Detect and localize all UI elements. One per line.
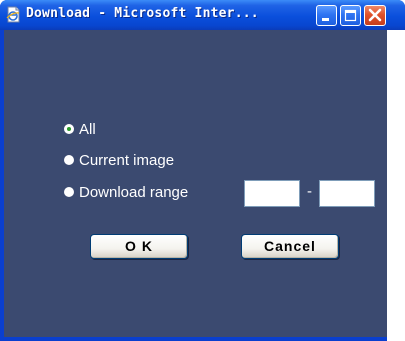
radio-all-checked[interactable] <box>64 123 74 134</box>
option-download-range[interactable]: Download range <box>64 184 188 202</box>
radio-download-range[interactable] <box>64 186 74 197</box>
download-window: Download - Microsoft Inter... All Curren… <box>0 0 405 341</box>
close-icon <box>368 8 382 22</box>
option-all[interactable]: All <box>64 121 96 139</box>
window-bottom-border <box>0 337 387 341</box>
minimize-button[interactable] <box>316 5 337 26</box>
window-right-edge <box>387 30 405 341</box>
option-current-image[interactable]: Current image <box>64 152 174 170</box>
title-bar[interactable]: Download - Microsoft Inter... <box>0 0 405 30</box>
window-title: Download - Microsoft Inter... <box>26 6 259 21</box>
ie-page-icon <box>6 6 20 23</box>
range-separator: - <box>307 183 312 200</box>
maximize-icon <box>344 9 357 22</box>
cancel-button[interactable]: Cancel <box>241 234 339 259</box>
close-button[interactable] <box>364 5 386 26</box>
minimize-icon <box>322 18 329 21</box>
option-current-image-label: Current image <box>79 152 175 169</box>
radio-current-image[interactable] <box>64 154 74 165</box>
maximize-button[interactable] <box>340 5 361 26</box>
option-download-range-label: Download range <box>79 184 189 201</box>
range-to-input[interactable] <box>319 180 375 207</box>
option-all-label: All <box>79 121 96 138</box>
ok-button[interactable]: O K <box>90 234 188 259</box>
range-from-input[interactable] <box>244 180 300 207</box>
